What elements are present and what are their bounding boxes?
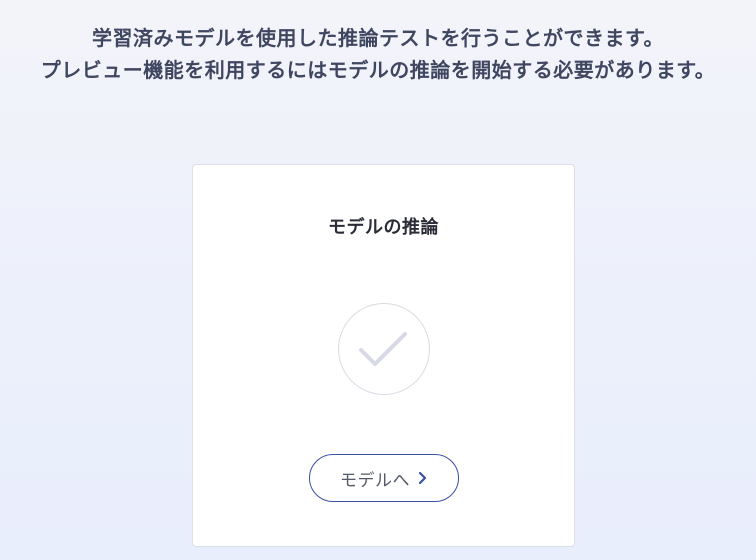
go-to-model-label: モデルへ	[340, 470, 410, 491]
intro-line-1: 学習済みモデルを使用した推論テストを行うことができます。	[92, 26, 664, 50]
model-inference-card: モデルの推論 モデルへ	[192, 164, 575, 547]
intro-text: 学習済みモデルを使用した推論テストを行うことができます。 プレビュー機能を利用す…	[0, 22, 756, 86]
card-title: モデルの推論	[328, 217, 439, 238]
intro-line-2: プレビュー機能を利用するにはモデルの推論を開始する必要があります。	[40, 58, 716, 82]
check-icon	[359, 332, 407, 366]
status-circle	[338, 303, 430, 395]
chevron-right-icon	[418, 471, 428, 485]
go-to-model-button[interactable]: モデルへ	[309, 454, 459, 502]
